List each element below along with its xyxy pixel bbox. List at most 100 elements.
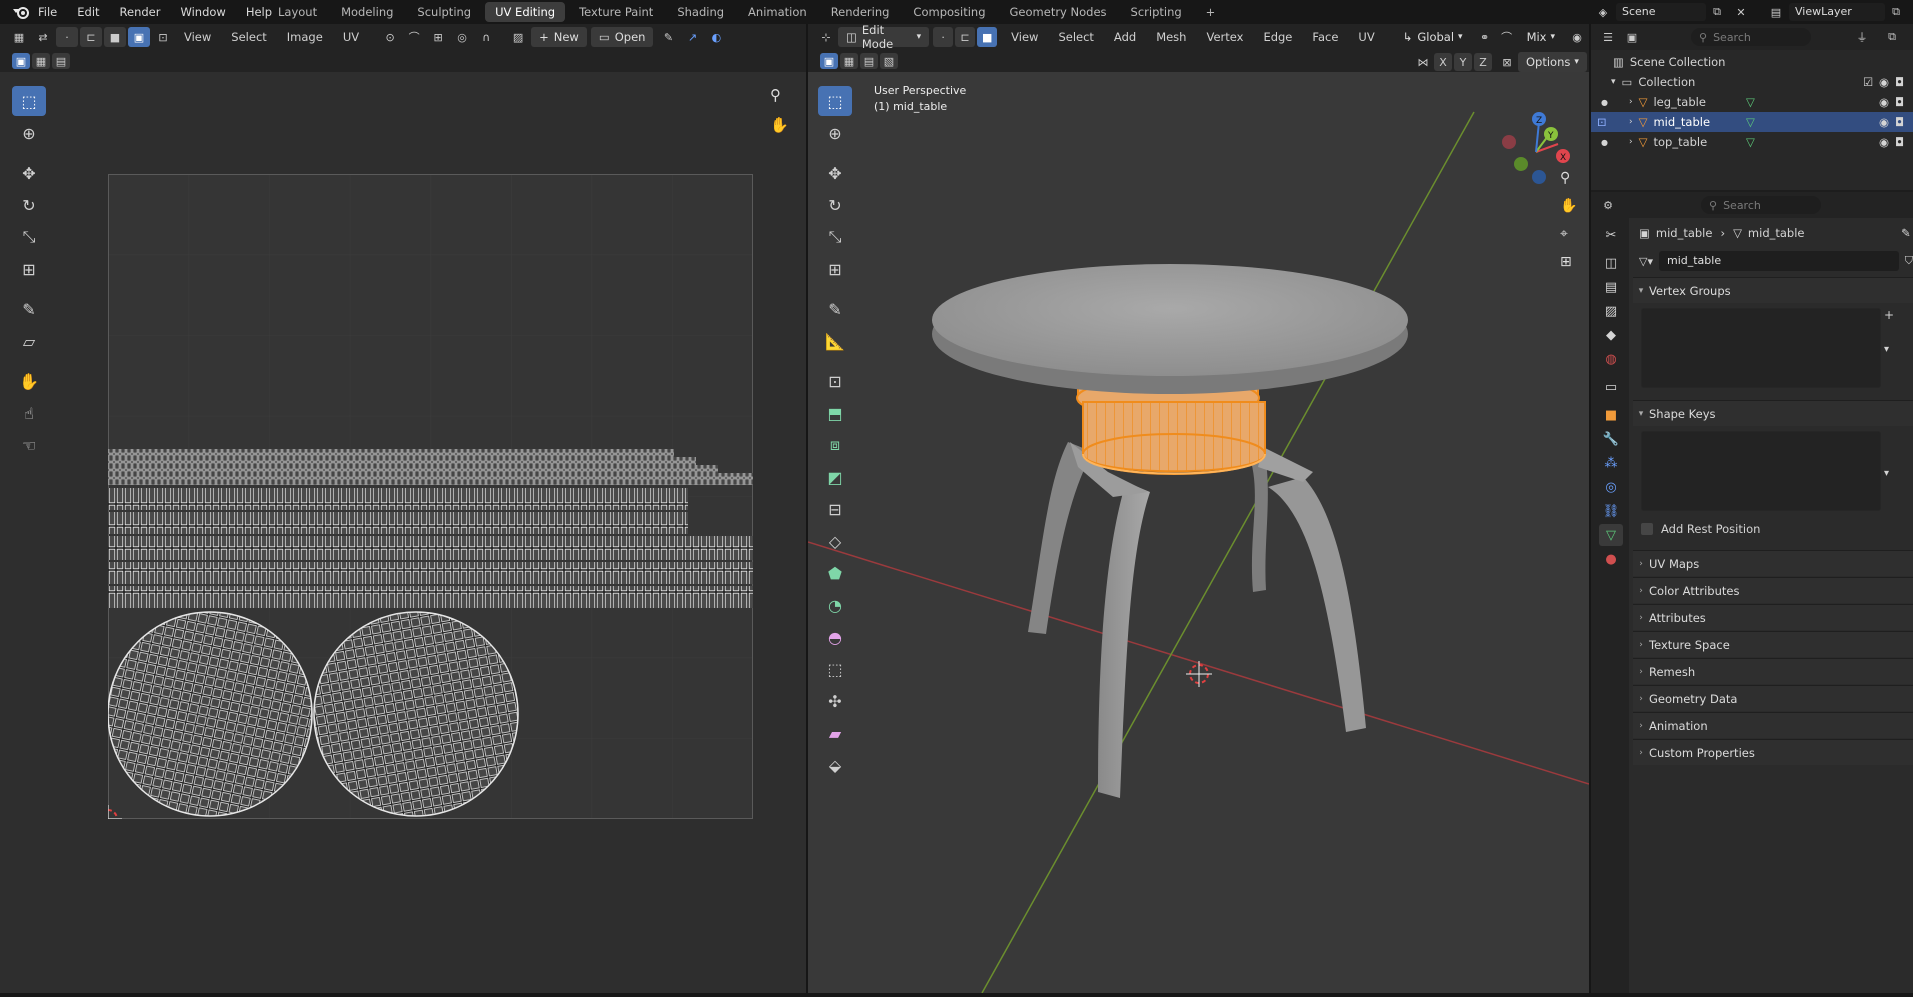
view-layer-field[interactable]: ViewLayer — [1789, 3, 1885, 21]
new-image-button[interactable]: + New — [531, 27, 587, 47]
properties-editor-type-icon[interactable]: ⚙ — [1597, 195, 1619, 215]
shape-keys-list[interactable] — [1641, 431, 1881, 511]
render-tab-icon[interactable]: ◫ — [1599, 252, 1623, 274]
proportional-mix-selector[interactable]: Mix ▾ — [1519, 27, 1563, 47]
tab-rendering[interactable]: Rendering — [821, 2, 900, 22]
annotate-icon[interactable]: ✎ — [818, 294, 852, 324]
shape-keys-panel-header[interactable]: ▾ Shape Keys — [1633, 400, 1913, 426]
measure-icon[interactable]: 📐 — [818, 326, 852, 356]
tab-compositing[interactable]: Compositing — [903, 2, 995, 22]
outliner-item-top-table[interactable]: ● › ▽ top_table ▽ ◉ ◘ — [1591, 132, 1913, 152]
modifier-tab-icon[interactable]: 🔧 — [1599, 428, 1623, 450]
select-mode-extend-icon[interactable]: ▦ — [840, 53, 858, 69]
tab-uv-editing[interactable]: UV Editing — [485, 2, 566, 22]
annotate-icon[interactable]: ✎ — [12, 294, 46, 324]
mirror-x-toggle[interactable]: X — [1434, 53, 1452, 71]
mirror-z-toggle[interactable]: Z — [1474, 53, 1492, 71]
camera-icon[interactable]: ◘ — [1895, 135, 1904, 149]
snap-target-icon[interactable]: ⊞ — [427, 27, 449, 47]
select-box-icon[interactable]: ⬚ — [12, 86, 46, 116]
spin-icon[interactable]: ◔ — [818, 590, 852, 620]
fake-user-shield-icon[interactable]: ⛉ — [1905, 254, 1913, 268]
eye-icon[interactable]: ◉ — [1879, 135, 1889, 149]
edge-select-icon[interactable]: ⊏ — [80, 27, 102, 47]
mirror-y-toggle[interactable]: Y — [1454, 53, 1472, 71]
snap-icon[interactable]: ⌒ — [1497, 27, 1517, 47]
collection-row[interactable]: ▾ ▭ Collection ☑ ◉ ◘ — [1591, 72, 1913, 92]
move-icon[interactable]: ✥ — [818, 158, 852, 188]
3d-viewport[interactable]: ⊹ ◫ Edit Mode ▾ · ⊏ ■ View Select Add Mesh… — [808, 23, 1589, 993]
uv-maps-panel-header[interactable]: › UV Maps — [1633, 550, 1913, 576]
zoom-icon[interactable]: ⚲ — [1560, 170, 1570, 186]
edge-slide-icon[interactable]: ⬚ — [818, 654, 852, 684]
camera-icon[interactable]: ◘ — [1895, 75, 1904, 89]
menu-render[interactable]: Render — [120, 5, 161, 19]
relax-icon[interactable]: ☝ — [12, 398, 46, 428]
color-attributes-panel-header[interactable]: › Color Attributes — [1633, 577, 1913, 603]
breadcrumb-mesh[interactable]: mid_table — [1748, 226, 1805, 240]
outliner-editor-type-icon[interactable]: ☰ — [1597, 27, 1619, 47]
poly-build-icon[interactable]: ⬟ — [818, 558, 852, 588]
extrude-icon[interactable]: ⬒ — [818, 398, 852, 428]
mesh-name-field[interactable]: mid_table — [1658, 251, 1899, 271]
shape-key-menu-chevron-icon[interactable]: ▾ — [1884, 468, 1889, 479]
chevron-down-icon[interactable]: ▾ — [1611, 77, 1616, 87]
face-select-icon[interactable]: ■ — [104, 27, 126, 47]
vp-menu-mesh[interactable]: Mesh — [1156, 30, 1186, 44]
overlay-icon[interactable]: ◐ — [705, 27, 727, 47]
edge-mode-icon[interactable]: ⊏ — [955, 27, 976, 47]
select-mode-new-icon[interactable]: ▣ — [820, 53, 838, 69]
select-mode-new-icon[interactable]: ▣ — [12, 53, 30, 69]
properties-editor[interactable]: ⚙ ⚲ Search ✂ ◫ ▤ ▨ ◆ ◍ ▭ ■ 🔧 ⁂ ◎ ⛓ ▽ ● ▣… — [1591, 192, 1913, 993]
sticky-select-icon[interactable]: ⊡ — [152, 27, 174, 47]
eye-icon[interactable]: ◉ — [1879, 75, 1889, 89]
menu-edit[interactable]: Edit — [77, 5, 99, 19]
particles-tab-icon[interactable]: ⁂ — [1599, 452, 1623, 474]
uv-menu-view[interactable]: View — [184, 30, 211, 44]
vertex-select-icon[interactable]: · — [56, 27, 78, 47]
filter-icon[interactable]: ⏚ — [1851, 27, 1873, 47]
scale-icon[interactable]: ⤡ — [818, 222, 852, 252]
shrink-fatten-icon[interactable]: ✣ — [818, 686, 852, 716]
vp-menu-vertex[interactable]: Vertex — [1206, 30, 1243, 44]
orientation-selector[interactable]: ↳ Global ▾ — [1395, 27, 1471, 47]
loop-cut-icon[interactable]: ⊟ — [818, 494, 852, 524]
scene-selector[interactable]: ◈ Scene ⧉ ✕ — [1592, 2, 1754, 22]
select-mode-subtract-icon[interactable]: ▤ — [52, 53, 70, 69]
vp-menu-add[interactable]: Add — [1114, 30, 1136, 44]
vertex-mode-icon[interactable]: · — [933, 27, 954, 47]
pivot-icon[interactable]: ⊙ — [379, 27, 401, 47]
select-mode-subtract-icon[interactable]: ▤ — [860, 53, 878, 69]
pan-hand-icon[interactable]: ✋ — [770, 116, 789, 134]
vp-menu-view[interactable]: View — [1011, 30, 1038, 44]
knife-icon[interactable]: ◇ — [818, 526, 852, 556]
tab-modeling[interactable]: Modeling — [331, 2, 403, 22]
new-scene-icon[interactable]: ⧉ — [1706, 2, 1728, 22]
transform-icon[interactable]: ⊞ — [818, 254, 852, 284]
pan-hand-icon[interactable]: ✋ — [1560, 198, 1577, 214]
vp-menu-uv[interactable]: UV — [1358, 30, 1374, 44]
vertex-groups-list[interactable] — [1641, 308, 1881, 388]
auto-merge-icon[interactable]: ⊠ — [1498, 53, 1516, 71]
eye-icon[interactable]: ◉ — [1879, 95, 1889, 109]
camera-view-icon[interactable]: ⌖ — [1560, 226, 1568, 242]
attributes-panel-header[interactable]: › Attributes — [1633, 604, 1913, 630]
pinch-icon[interactable]: ☜ — [12, 430, 46, 460]
add-rest-position-checkbox[interactable] — [1641, 523, 1653, 535]
tab-animation[interactable]: Animation — [738, 2, 817, 22]
scene-tab-icon[interactable]: ◆ — [1599, 324, 1623, 346]
vp-menu-edge[interactable]: Edge — [1263, 30, 1292, 44]
image-browse-icon[interactable]: ▨ — [507, 27, 529, 47]
remesh-panel-header[interactable]: › Remesh — [1633, 658, 1913, 684]
view-layer-tab-icon[interactable]: ▨ — [1599, 300, 1623, 322]
uv-menu-select[interactable]: Select — [231, 30, 266, 44]
breadcrumb-object[interactable]: mid_table — [1656, 226, 1713, 240]
add-rest-position-row[interactable]: Add Rest Position — [1641, 522, 1760, 536]
rotate-icon[interactable]: ↻ — [818, 190, 852, 220]
tool-tab-icon[interactable]: ✂ — [1599, 224, 1623, 246]
editor-type-icon[interactable]: ⊹ — [816, 27, 836, 47]
texture-space-panel-header[interactable]: › Texture Space — [1633, 631, 1913, 657]
pin-icon[interactable]: ✎ — [657, 27, 679, 47]
add-workspace-plus-icon[interactable]: + — [1196, 2, 1226, 22]
scene-name-field[interactable]: Scene — [1616, 3, 1706, 21]
